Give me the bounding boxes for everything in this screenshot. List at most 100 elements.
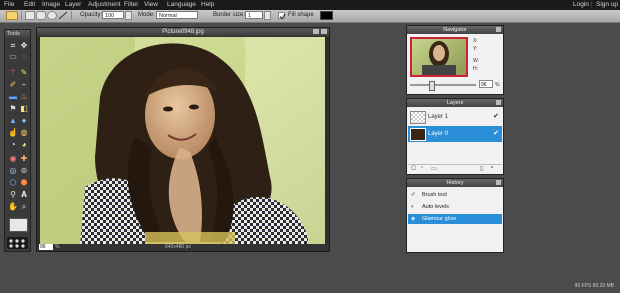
history-item[interactable]: ◐ Auto levels (408, 202, 502, 212)
brush-icon: ✐ (411, 192, 416, 198)
rounded-rect-shape-icon[interactable] (36, 11, 46, 20)
drawing-tool-icon[interactable]: ⬠ (8, 178, 18, 188)
spot-heal-tool-icon[interactable]: ✚ (19, 154, 29, 164)
hand-tool-icon[interactable]: ✋ (8, 202, 18, 212)
layer-row[interactable]: Layer 1 ✔ (408, 109, 502, 125)
navigator-h-label: H: (473, 66, 478, 72)
dodge-tool-icon[interactable]: ◔ (8, 140, 18, 150)
menu-image[interactable]: Image (42, 1, 60, 8)
options-bar: Opacity: 100 Mode: Normal Border size: 1… (0, 10, 620, 23)
type-tool-icon[interactable]: A (19, 190, 29, 200)
layer-style-icon[interactable]: ⎔ (411, 165, 416, 172)
menu-help[interactable]: Help (201, 1, 214, 8)
layer-name: Layer 1 (428, 114, 449, 120)
move-tool-icon[interactable]: ✥ (19, 41, 29, 51)
fill-color-swatch[interactable] (320, 11, 333, 20)
zoom-tool-icon[interactable]: ⌕ (19, 202, 29, 212)
colour-replace-tool-icon[interactable]: ⌁ (19, 80, 29, 90)
history-item[interactable]: ✐ Brush tool (408, 190, 502, 200)
layer-row-selected[interactable]: Layer 0 ✔ (408, 126, 502, 142)
image-dimensions: 640x480 px (165, 244, 191, 250)
layer-mask-icon[interactable]: ▭ (431, 165, 437, 172)
sharpen-tool-icon[interactable]: ▲ (8, 116, 18, 126)
eraser-tool-icon[interactable]: ◧ (19, 104, 29, 114)
fill-tool-icon[interactable]: ♨ (19, 92, 29, 102)
tools-panel: Tools ⌗ ✥ ▭ ◌ ⚚ ✎ ✐ ⌁ ▬ ♨ ⚑ ◧ ▲ ● ☝ ◍ ◔ … (4, 29, 31, 252)
navigator-x-label: X: (473, 38, 478, 44)
image-statusbar: 96 % 640x480 px (37, 244, 329, 251)
quick-mask-panel[interactable] (7, 237, 28, 249)
menu-layer[interactable]: Layer (65, 1, 81, 8)
image-zoom-unit: % (55, 244, 60, 250)
new-layer-icon[interactable]: ▯ (480, 165, 483, 172)
navigator-zoom-slider[interactable] (410, 84, 476, 86)
shape-tool-icon[interactable] (6, 11, 18, 20)
navigator-panel: Navigator X: Y: W: H: 96 % (406, 25, 504, 95)
navigator-w-label: W: (473, 58, 480, 64)
opacity-dropdown-icon[interactable] (125, 11, 132, 20)
sponge-tool-icon[interactable]: ◍ (19, 128, 29, 138)
line-shape-icon[interactable] (58, 11, 68, 20)
pencil-tool-icon[interactable]: ✎ (19, 68, 29, 78)
layer-settings-icon[interactable]: ▫ (421, 165, 423, 171)
pinch-tool-icon[interactable]: ⊛ (19, 166, 29, 176)
ellipse-shape-icon[interactable] (47, 11, 57, 20)
tools-title: Tools (5, 30, 30, 38)
photo-canvas[interactable] (40, 37, 325, 246)
menu-adjustment[interactable]: Adjustment (88, 1, 121, 8)
eyedropper-tool-icon[interactable]: ⚲ (8, 190, 18, 200)
marquee-tool-icon[interactable]: ▭ (8, 52, 18, 62)
opacity-label: Opacity: (80, 12, 103, 18)
history-item-label: Auto levels (422, 204, 449, 210)
menu-filter[interactable]: Filter (124, 1, 138, 8)
signup-link[interactable]: Sign up (596, 1, 618, 8)
visibility-check-icon[interactable]: ✔ (493, 126, 499, 142)
menu-language[interactable]: Language (167, 1, 196, 8)
shape-tool-icon[interactable]: ⬢ (19, 178, 29, 188)
delete-layer-icon[interactable]: ▪ (491, 165, 493, 171)
close-icon[interactable] (496, 100, 501, 105)
close-icon[interactable] (321, 29, 327, 34)
close-icon[interactable] (496, 180, 501, 185)
image-window: Picture0948.jpg 96 % 640x480 px (36, 27, 330, 252)
mode-select[interactable]: Normal (156, 11, 198, 19)
maximize-icon[interactable] (313, 29, 319, 34)
clone-tool-icon[interactable]: ⚑ (8, 104, 18, 114)
history-title: History (407, 179, 503, 187)
visibility-check-icon[interactable]: ✔ (493, 109, 499, 125)
opacity-input[interactable]: 100 (102, 11, 124, 19)
menu-view[interactable]: View (144, 1, 158, 8)
burn-tool-icon[interactable]: ◕ (19, 140, 29, 150)
border-size-input[interactable]: 1 (245, 11, 263, 19)
layer-name: Layer 0 (428, 131, 449, 137)
layers-panel: Layers Layer 1 ✔ Layer 0 ✔ ⎔ ▫ ▭ ▯ ▪ (406, 98, 504, 175)
blur-tool-icon[interactable]: ● (19, 116, 29, 126)
image-zoom-input[interactable]: 96 (39, 244, 53, 250)
navigator-title: Navigator (407, 26, 503, 34)
red-eye-tool-icon[interactable]: ◉ (8, 154, 18, 164)
rectangle-shape-icon[interactable] (25, 11, 35, 20)
login-link[interactable]: Login (573, 1, 589, 8)
menu-edit[interactable]: Edit (24, 1, 35, 8)
history-item-label: Glamour glow (422, 216, 456, 222)
image-window-titlebar[interactable]: Picture0948.jpg (37, 28, 329, 36)
navigator-zoom-input[interactable]: 96 (479, 80, 493, 88)
navigator-slider-handle[interactable] (429, 81, 435, 91)
gradient-tool-icon[interactable]: ▬ (8, 92, 18, 102)
brush-tool-icon[interactable]: ✐ (8, 80, 18, 90)
history-item-selected[interactable]: ◈ Glamour glow (408, 214, 502, 224)
bloat-tool-icon[interactable]: ◎ (8, 166, 18, 176)
smudge-tool-icon[interactable]: ☝ (8, 128, 18, 138)
crop-tool-icon[interactable]: ⌗ (8, 41, 18, 51)
wand-tool-icon[interactable]: ⚚ (8, 68, 18, 78)
border-size-stepper[interactable] (264, 11, 271, 20)
fill-shape-checkbox[interactable] (278, 12, 286, 20)
background-color-swatch[interactable] (9, 218, 28, 232)
close-icon[interactable] (496, 27, 501, 32)
mode-label: Mode: (138, 12, 155, 18)
navigator-thumbnail[interactable] (410, 37, 468, 77)
divider (71, 11, 72, 20)
lasso-tool-icon[interactable]: ◌ (19, 52, 29, 62)
history-panel: History ✐ Brush tool ◐ Auto levels ◈ Gla… (406, 178, 504, 253)
menu-file[interactable]: File (4, 1, 14, 8)
